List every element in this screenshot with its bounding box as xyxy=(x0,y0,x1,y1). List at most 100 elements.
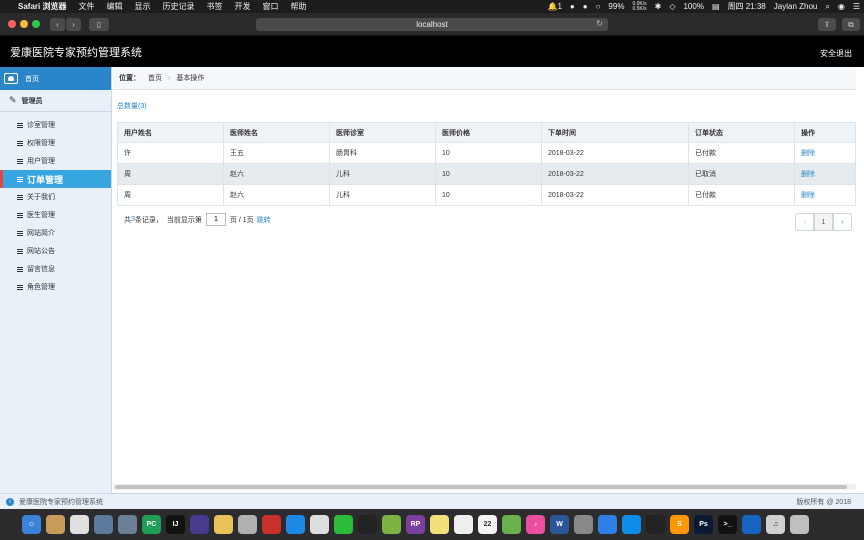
sidebar-home-label: 首页 xyxy=(25,75,39,83)
notification-icon[interactable]: 🔔1 xyxy=(543,2,565,11)
cell-actions: 删除 xyxy=(794,184,856,206)
menu-window[interactable]: 窗口 xyxy=(256,1,284,12)
siri-icon[interactable]: ◉ xyxy=(834,2,849,11)
cell-user-name: 许 xyxy=(117,142,224,164)
breadcrumb: 位置： 首页 › 基本操作 xyxy=(113,67,856,90)
scrollbar-thumb[interactable] xyxy=(115,485,847,489)
pycharm-icon[interactable]: PC xyxy=(142,515,161,534)
qq2-icon[interactable] xyxy=(646,515,665,534)
bluetooth-icon[interactable]: ✱ xyxy=(651,2,666,11)
sidebar-item-about[interactable]: 关于我们 xyxy=(0,188,111,206)
sidebar-item-site-intro[interactable]: 网站简介 xyxy=(0,224,111,242)
address-bar[interactable]: localhost ↻ xyxy=(256,18,608,31)
next-page-button[interactable]: › xyxy=(833,213,852,231)
minimize-window-button[interactable] xyxy=(20,20,28,28)
current-page-prefix: 当前显示第 xyxy=(166,216,202,224)
sidebar-item-announcements[interactable]: 网站公告 xyxy=(0,242,111,260)
baidu-netdisk-icon[interactable] xyxy=(598,515,617,534)
menu-edit[interactable]: 编辑 xyxy=(100,1,128,12)
zoom-window-button[interactable] xyxy=(32,20,40,28)
sidebar-item-messages[interactable]: 留言信息 xyxy=(0,260,111,278)
flag-icon[interactable]: ▤ xyxy=(708,2,724,11)
teamviewer-icon[interactable] xyxy=(622,515,641,534)
battery-level[interactable]: 100% xyxy=(679,2,707,11)
horizontal-scrollbar[interactable] xyxy=(113,484,856,490)
menu-history[interactable]: 历史记录 xyxy=(156,1,200,12)
quicktime-icon[interactable] xyxy=(742,515,761,534)
info-icon: i xyxy=(6,497,14,506)
spotlight-icon[interactable]: ⌕ xyxy=(821,2,833,12)
wechat-tray-icon[interactable]: ● xyxy=(566,2,579,11)
itunes-icon[interactable]: ♪ xyxy=(526,515,545,534)
system-prefs-icon[interactable] xyxy=(574,515,593,534)
sidebar-toggle-button[interactable]: ▯ xyxy=(89,17,109,31)
safari-icon[interactable] xyxy=(286,515,305,534)
wechat-icon[interactable] xyxy=(334,515,353,534)
word-icon[interactable]: W xyxy=(550,515,569,534)
close-window-button[interactable] xyxy=(8,20,16,28)
music-doc-icon[interactable]: ♫ xyxy=(766,515,785,534)
page-1-button[interactable]: 1 xyxy=(814,213,833,231)
textedit-icon[interactable] xyxy=(454,515,473,534)
menu-view[interactable]: 显示 xyxy=(128,1,156,12)
menu-bookmarks[interactable]: 书签 xyxy=(200,1,228,12)
delete-link[interactable]: 删除 xyxy=(801,171,815,178)
sidebar-admin-group[interactable]: ✎ 管理员 xyxy=(0,90,111,112)
terminal-icon[interactable]: >_ xyxy=(718,515,737,534)
stickies-icon[interactable] xyxy=(430,515,449,534)
sidebar-item-orders[interactable]: 订单管理 xyxy=(0,170,111,188)
sidebar-item-clinic[interactable]: 诊室管理 xyxy=(0,116,111,134)
cpu-status[interactable]: 99% xyxy=(604,2,628,11)
back-button[interactable]: ‹ xyxy=(50,17,65,31)
preview-icon[interactable] xyxy=(94,515,113,534)
forward-button[interactable]: › xyxy=(66,17,81,31)
bear-icon[interactable] xyxy=(214,515,233,534)
axure-icon[interactable]: RP xyxy=(406,515,425,534)
menu-file[interactable]: 文件 xyxy=(72,1,100,12)
redis-icon[interactable] xyxy=(262,515,281,534)
sidebar-item-label: 角色管理 xyxy=(27,284,55,291)
sidebar-home[interactable]: 首页 xyxy=(0,67,111,90)
finder-icon[interactable]: ☺ xyxy=(22,515,41,534)
share-button[interactable]: ⇪ xyxy=(818,18,836,31)
tabs-overview-button[interactable]: ⧉ xyxy=(842,18,860,31)
sublime-icon[interactable]: S xyxy=(670,515,689,534)
no-entry-icon[interactable] xyxy=(310,515,329,534)
notes-icon[interactable] xyxy=(46,515,65,534)
breadcrumb-home[interactable]: 首页 xyxy=(148,73,162,83)
trash-icon[interactable] xyxy=(790,515,809,534)
qq-icon[interactable] xyxy=(358,515,377,534)
sidebar-item-doctors[interactable]: 医生管理 xyxy=(0,206,111,224)
sidebar-item-users[interactable]: 用户管理 xyxy=(0,152,111,170)
prev-page-button[interactable]: ‹ xyxy=(795,213,814,231)
user-name[interactable]: Jaylan Zhou xyxy=(770,2,822,11)
maps-icon[interactable] xyxy=(502,515,521,534)
delete-link[interactable]: 删除 xyxy=(801,192,815,199)
intellij-icon[interactable]: IJ xyxy=(166,515,185,534)
sidebar-item-roles[interactable]: 角色管理 xyxy=(0,278,111,296)
photoshop-icon[interactable]: Ps xyxy=(694,515,713,534)
chrome-icon[interactable] xyxy=(382,515,401,534)
qq-tray-icon[interactable]: ● xyxy=(579,2,592,11)
clock[interactable]: 周四 21:38 xyxy=(724,1,770,12)
menu-develop[interactable]: 开发 xyxy=(228,1,256,12)
logout-link[interactable]: 安全退出 xyxy=(820,48,852,59)
calendar-icon[interactable]: 22 xyxy=(478,515,497,534)
notification-center-icon[interactable]: ☰ xyxy=(849,2,864,11)
menu-help[interactable]: 帮助 xyxy=(284,1,312,12)
sidebar-item-label: 留言信息 xyxy=(27,266,55,273)
sidebar-item-permissions[interactable]: 权限管理 xyxy=(0,134,111,152)
photos-icon[interactable] xyxy=(70,515,89,534)
jump-link[interactable]: 跳转 xyxy=(257,215,271,225)
wifi-icon[interactable]: ◇ xyxy=(665,2,679,11)
breadcrumb-separator-icon: › xyxy=(168,74,171,82)
eclipse-icon[interactable] xyxy=(190,515,209,534)
circle-tray-icon[interactable]: ○ xyxy=(592,2,605,11)
reload-icon[interactable]: ↻ xyxy=(596,19,603,28)
delete-link[interactable]: 删除 xyxy=(801,150,815,157)
launchpad-icon[interactable] xyxy=(118,515,137,534)
disk-icon[interactable] xyxy=(238,515,257,534)
menubar-app-name[interactable]: Safari 浏览器 xyxy=(12,1,72,12)
page-number-input[interactable] xyxy=(205,213,226,226)
breadcrumb-label: 位置： xyxy=(119,75,140,82)
